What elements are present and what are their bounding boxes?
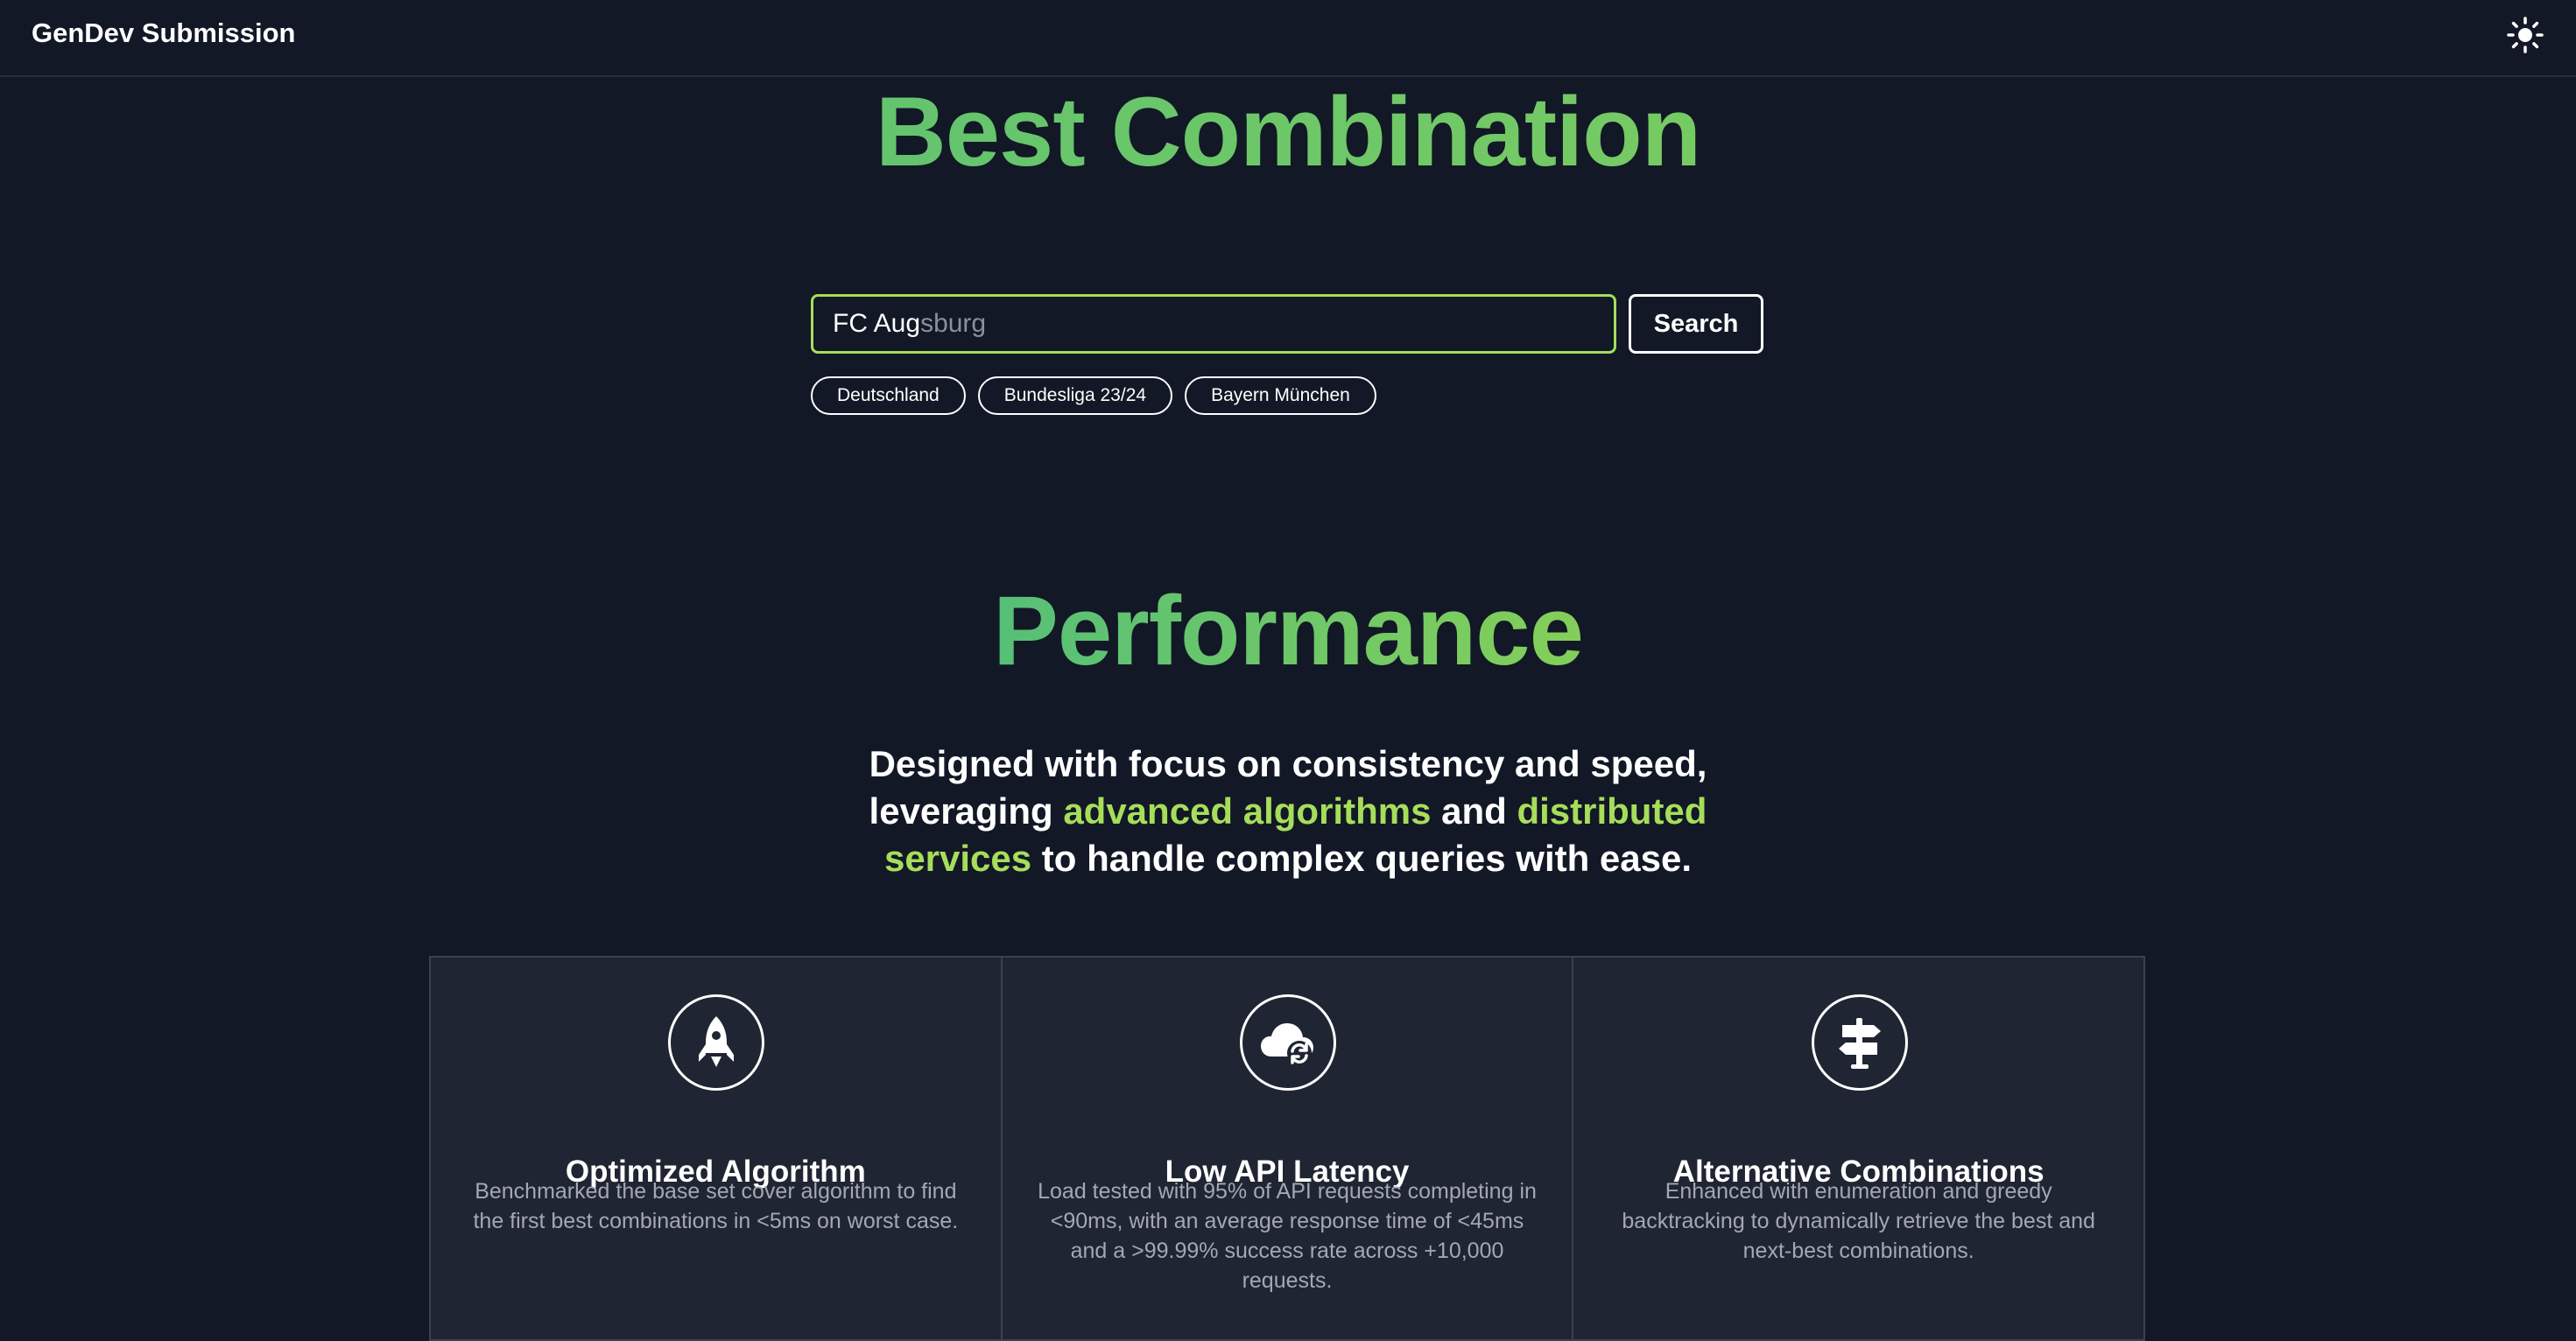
search-button[interactable]: Search <box>1629 294 1763 354</box>
cloud-sync-icon <box>1240 994 1336 1091</box>
sun-icon <box>2507 17 2544 53</box>
feature-card-optimized-algorithm: Optimized Algorithm Benchmarked the base… <box>431 958 1003 1339</box>
search-field[interactable]: FC Augsburg <box>811 294 1616 354</box>
tagline-text-3: to handle complex queries with ease. <box>1031 838 1693 879</box>
feature-cards: Optimized Algorithm Benchmarked the base… <box>429 956 2145 1341</box>
chip-bayern-muenchen[interactable]: Bayern München <box>1185 376 1376 415</box>
feature-description: Load tested with 95% of API requests com… <box>1038 1179 1537 1293</box>
navbar: GenDev Submission <box>0 0 2576 77</box>
search-input[interactable] <box>813 297 1614 351</box>
feature-card-low-api-latency: Low API Latency Load tested with 95% of … <box>1003 958 1574 1339</box>
tagline-highlight-algorithms: advanced algorithms <box>1063 790 1432 832</box>
hero-title: Best Combination <box>0 75 2576 189</box>
chip-deutschland[interactable]: Deutschland <box>811 376 966 415</box>
rocket-icon <box>668 994 765 1091</box>
signpost-icon <box>1811 994 1908 1091</box>
suggestion-chips: Deutschland Bundesliga 23/24 Bayern Münc… <box>811 376 1376 415</box>
feature-description: Enhanced with enumeration and greedy bac… <box>1622 1179 2095 1263</box>
performance-tagline: Designed with focus on consistency and s… <box>850 741 1726 882</box>
feature-description: Benchmarked the base set cover algorithm… <box>473 1179 959 1233</box>
tagline-text-2: and <box>1431 790 1517 832</box>
chip-bundesliga[interactable]: Bundesliga 23/24 <box>977 376 1173 415</box>
brand-title[interactable]: GenDev Submission <box>32 16 295 51</box>
performance-title: Performance <box>0 574 2576 688</box>
theme-toggle-button[interactable] <box>2506 16 2544 54</box>
feature-card-alternative-combinations: Alternative Combinations Enhanced with e… <box>1573 958 2143 1339</box>
